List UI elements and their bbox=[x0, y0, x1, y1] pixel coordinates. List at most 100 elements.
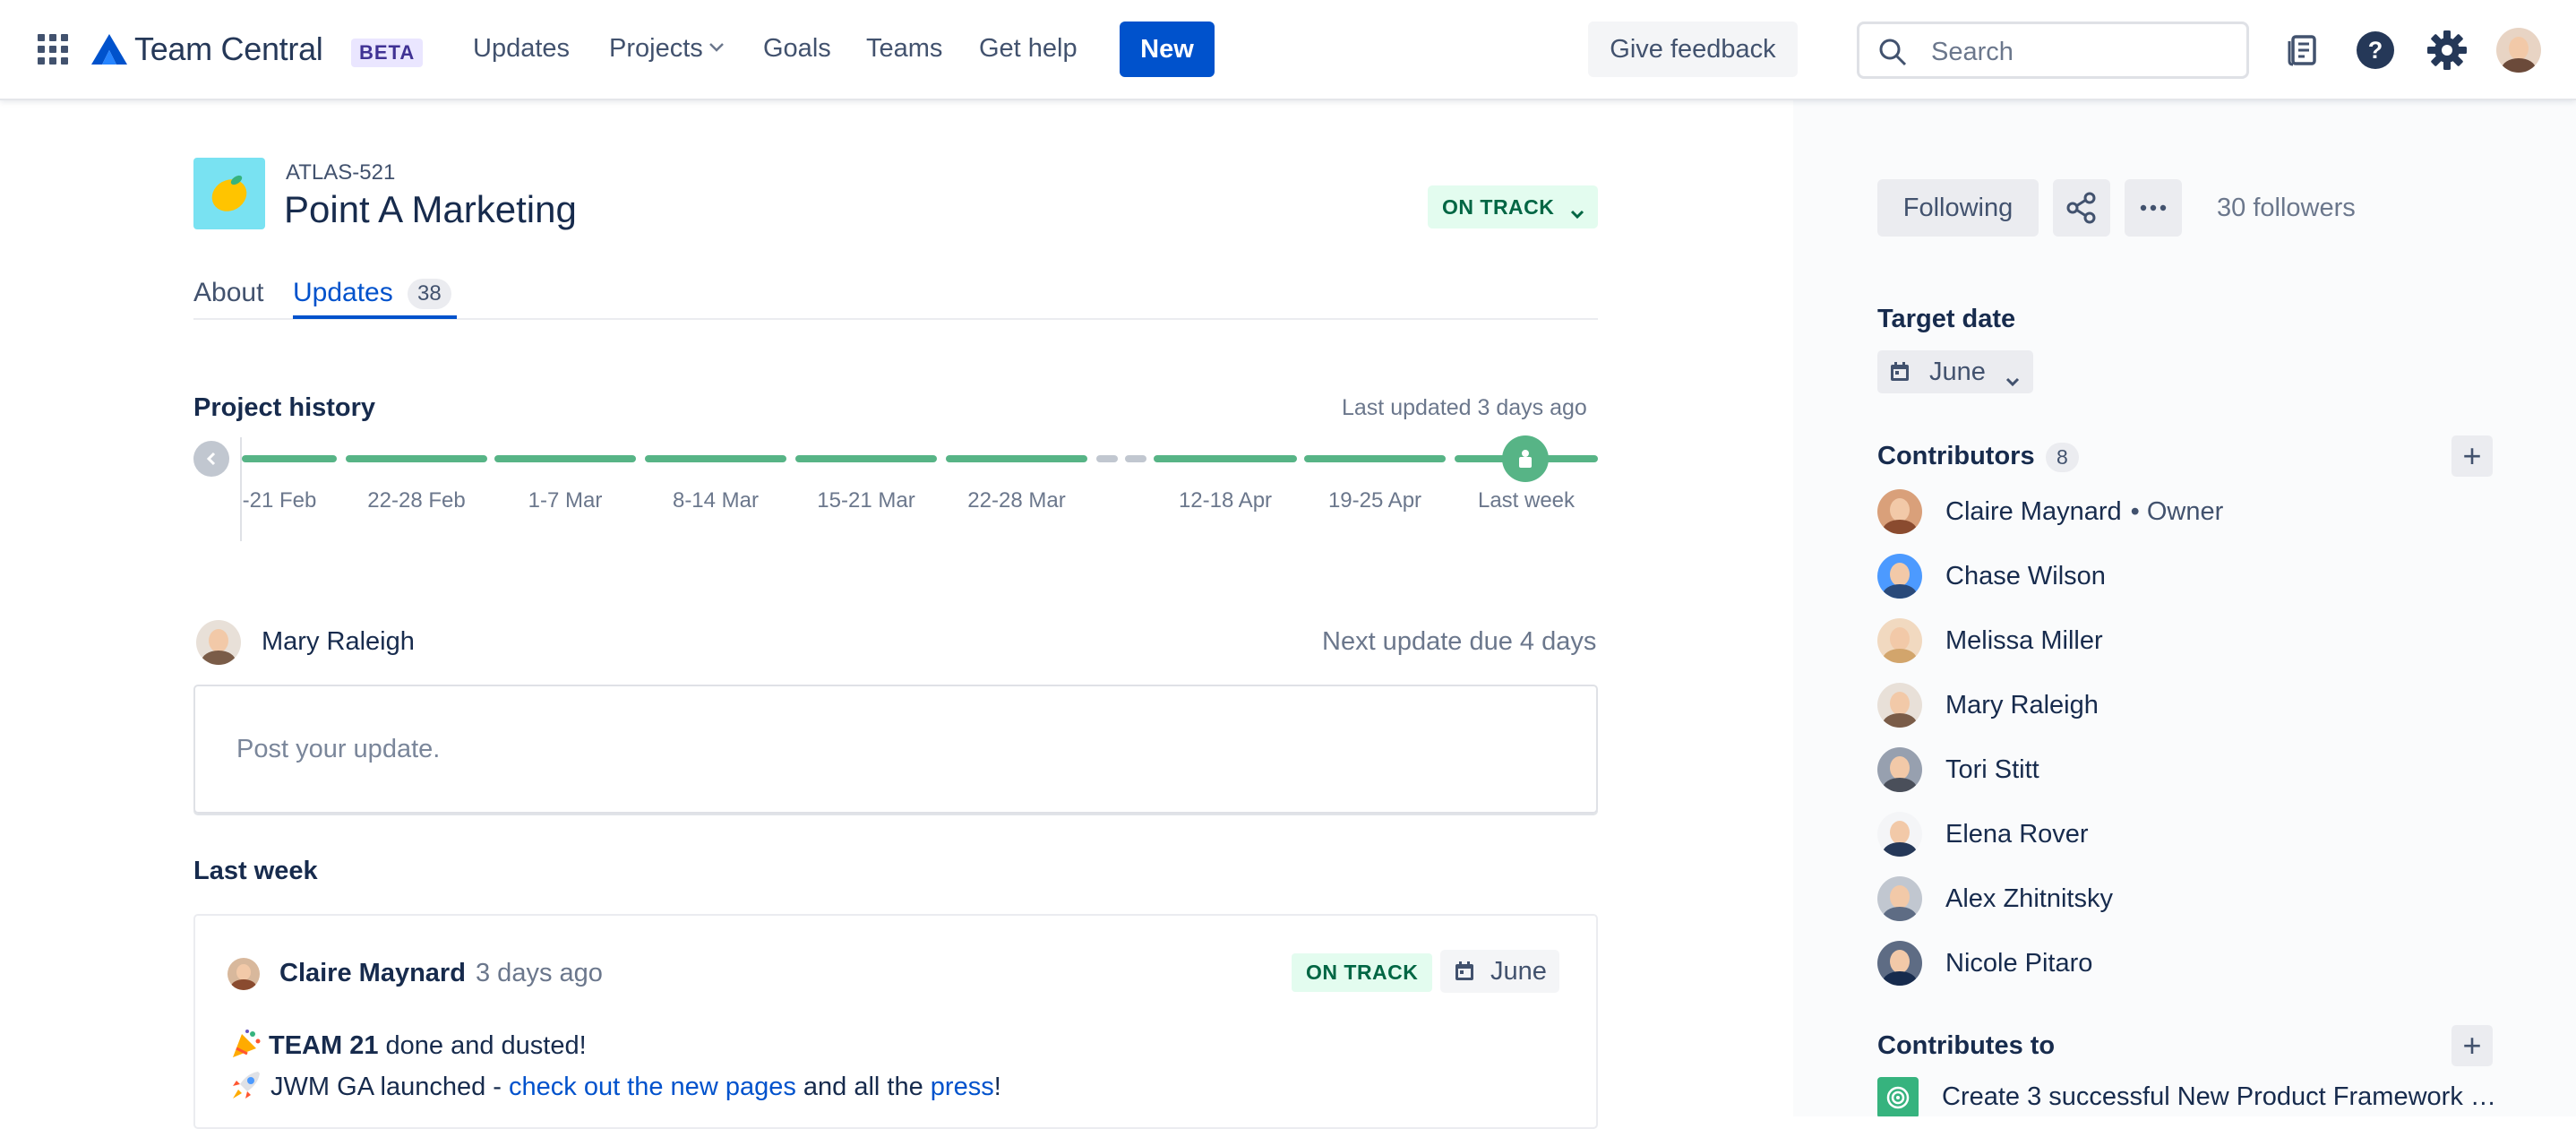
chevron-down-icon bbox=[2005, 366, 2021, 395]
update-team-name: TEAM 21 bbox=[269, 1031, 379, 1060]
updates-count-badge: 38 bbox=[408, 279, 451, 309]
avatar bbox=[1877, 812, 1922, 857]
share-icon bbox=[2066, 192, 2096, 224]
feed-section-title: Last week bbox=[193, 857, 318, 885]
status-dropdown[interactable]: ON TRACK bbox=[1428, 185, 1598, 228]
rocket-emoji-icon bbox=[229, 1070, 263, 1107]
contributor-name: Alex Zhitnitsky bbox=[1945, 883, 2113, 913]
contributor-row[interactable]: Mary Raleigh bbox=[1877, 682, 2504, 728]
contributor-role: • Owner bbox=[2130, 496, 2224, 526]
update-author[interactable]: Claire Maynard bbox=[279, 959, 466, 988]
contributor-name: Melissa Miller bbox=[1945, 625, 2103, 655]
tab-about[interactable]: About bbox=[193, 278, 263, 308]
project-key[interactable]: ATLAS-521 bbox=[286, 160, 395, 185]
history-segment[interactable] bbox=[1154, 455, 1297, 462]
post-update-input[interactable]: Post your update. bbox=[193, 685, 1598, 814]
week-label: 8-14 Mar bbox=[672, 488, 760, 513]
followers-count[interactable]: 30 followers bbox=[2217, 194, 2356, 223]
current-week-marker[interactable] bbox=[1502, 435, 1549, 482]
history-gap-segment bbox=[1096, 455, 1118, 462]
contributor-name: Claire Maynard bbox=[1945, 496, 2122, 526]
history-segment[interactable] bbox=[242, 455, 337, 462]
give-feedback-button[interactable]: Give feedback bbox=[1588, 22, 1798, 77]
avatar bbox=[1877, 876, 1922, 921]
update-time[interactable]: 3 days ago bbox=[476, 959, 603, 988]
product-name[interactable]: Team Central bbox=[134, 30, 323, 68]
add-contributor-button[interactable]: + bbox=[2451, 435, 2493, 477]
following-button[interactable]: Following bbox=[1877, 179, 2039, 237]
update-target-label: June bbox=[1490, 956, 1547, 986]
history-segment[interactable] bbox=[645, 455, 786, 462]
contributor-row[interactable]: Tori Stitt bbox=[1877, 746, 2504, 793]
plus-icon: + bbox=[2462, 437, 2482, 474]
history-segment[interactable] bbox=[795, 455, 937, 462]
project-history-title: Project history bbox=[193, 393, 376, 422]
history-segment[interactable] bbox=[1304, 455, 1446, 462]
plus-icon: + bbox=[2462, 1027, 2482, 1064]
history-segment[interactable] bbox=[946, 455, 1087, 462]
tab-updates[interactable]: Updates bbox=[293, 278, 393, 308]
add-goal-button[interactable]: + bbox=[2451, 1025, 2493, 1066]
last-updated-text: Last updated 3 days ago bbox=[1342, 395, 1587, 420]
share-button[interactable] bbox=[2053, 179, 2110, 237]
avatar bbox=[196, 620, 241, 665]
update-icon bbox=[1519, 450, 1532, 468]
history-segment[interactable] bbox=[494, 455, 636, 462]
contributes-to-heading: Contributes to bbox=[1877, 1031, 2056, 1060]
contributors-count-badge: 8 bbox=[2046, 443, 2079, 472]
nav-goals[interactable]: Goals bbox=[763, 34, 831, 64]
contributor-row[interactable]: Chase Wilson bbox=[1877, 553, 2504, 599]
settings-icon[interactable] bbox=[2426, 29, 2469, 72]
contributor-name: Elena Rover bbox=[1945, 819, 2089, 849]
target-date-heading: Target date bbox=[1877, 305, 2016, 333]
contributor-row[interactable]: Claire Maynard • Owner bbox=[1877, 488, 2504, 535]
week-label: 12-18 Apr bbox=[1178, 488, 1273, 513]
whats-new-icon[interactable] bbox=[2282, 29, 2325, 72]
calendar-icon bbox=[1888, 360, 1911, 384]
composer-author[interactable]: Mary Raleigh bbox=[262, 627, 415, 657]
week-label: -21 Feb bbox=[242, 488, 317, 513]
contributors-heading: Contributors bbox=[1877, 442, 2035, 470]
update-line-2-mid: and all the bbox=[795, 1073, 931, 1101]
contributor-name: Tori Stitt bbox=[1945, 754, 2039, 784]
avatar bbox=[1877, 683, 1922, 728]
avatar bbox=[1877, 747, 1922, 792]
new-pages-link[interactable]: check out the new pages bbox=[509, 1073, 796, 1101]
nav-teams[interactable]: Teams bbox=[866, 34, 942, 64]
nav-updates[interactable]: Updates bbox=[473, 34, 570, 64]
goal-link[interactable]: Create 3 successful New Product Framewor… bbox=[1877, 1075, 2504, 1116]
update-line-1: TEAM 21 done and dusted! bbox=[229, 1029, 587, 1066]
active-tab-indicator bbox=[293, 315, 457, 319]
contributor-name: Nicole Pitaro bbox=[1945, 948, 2093, 978]
update-status-badge: ON TRACK bbox=[1292, 953, 1433, 992]
next-update-due: Next update due 4 days bbox=[1322, 627, 1597, 656]
update-card: Claire Maynard 3 days ago ON TRACK June … bbox=[193, 914, 1598, 1129]
target-date-picker[interactable]: June bbox=[1877, 350, 2033, 393]
chevron-down-icon[interactable] bbox=[708, 41, 726, 58]
contributor-row[interactable]: Alex Zhitnitsky bbox=[1877, 875, 2504, 922]
app-switcher-icon[interactable] bbox=[38, 34, 68, 65]
press-link[interactable]: press bbox=[931, 1073, 994, 1101]
top-navigation: Team Central BETA Updates Projects Goals… bbox=[0, 0, 2576, 100]
week-label: 19-25 Apr bbox=[1327, 488, 1422, 513]
help-icon[interactable]: ? bbox=[2354, 29, 2397, 72]
goal-icon bbox=[1877, 1077, 1919, 1116]
more-actions-button[interactable] bbox=[2125, 179, 2182, 237]
search-placeholder: Search bbox=[1931, 38, 2014, 66]
avatar bbox=[1877, 618, 1922, 663]
search-input[interactable]: Search bbox=[1857, 22, 2249, 79]
week-label: 1-7 Mar bbox=[528, 488, 603, 513]
post-update-placeholder: Post your update. bbox=[236, 735, 441, 763]
contributor-row[interactable]: Elena Rover bbox=[1877, 811, 2504, 858]
history-segment[interactable] bbox=[346, 455, 487, 462]
update-line-2-end: ! bbox=[993, 1073, 1001, 1101]
contributor-row[interactable]: Nicole Pitaro bbox=[1877, 940, 2504, 987]
nav-projects[interactable]: Projects bbox=[609, 34, 703, 64]
profile-avatar[interactable] bbox=[2496, 28, 2541, 73]
beta-badge: BETA bbox=[351, 39, 424, 67]
search-icon bbox=[1877, 37, 1908, 72]
nav-get-help[interactable]: Get help bbox=[979, 34, 1078, 64]
new-button[interactable]: New bbox=[1120, 22, 1215, 77]
contributor-row[interactable]: Melissa Miller bbox=[1877, 617, 2504, 664]
history-prev-button[interactable] bbox=[193, 441, 229, 477]
